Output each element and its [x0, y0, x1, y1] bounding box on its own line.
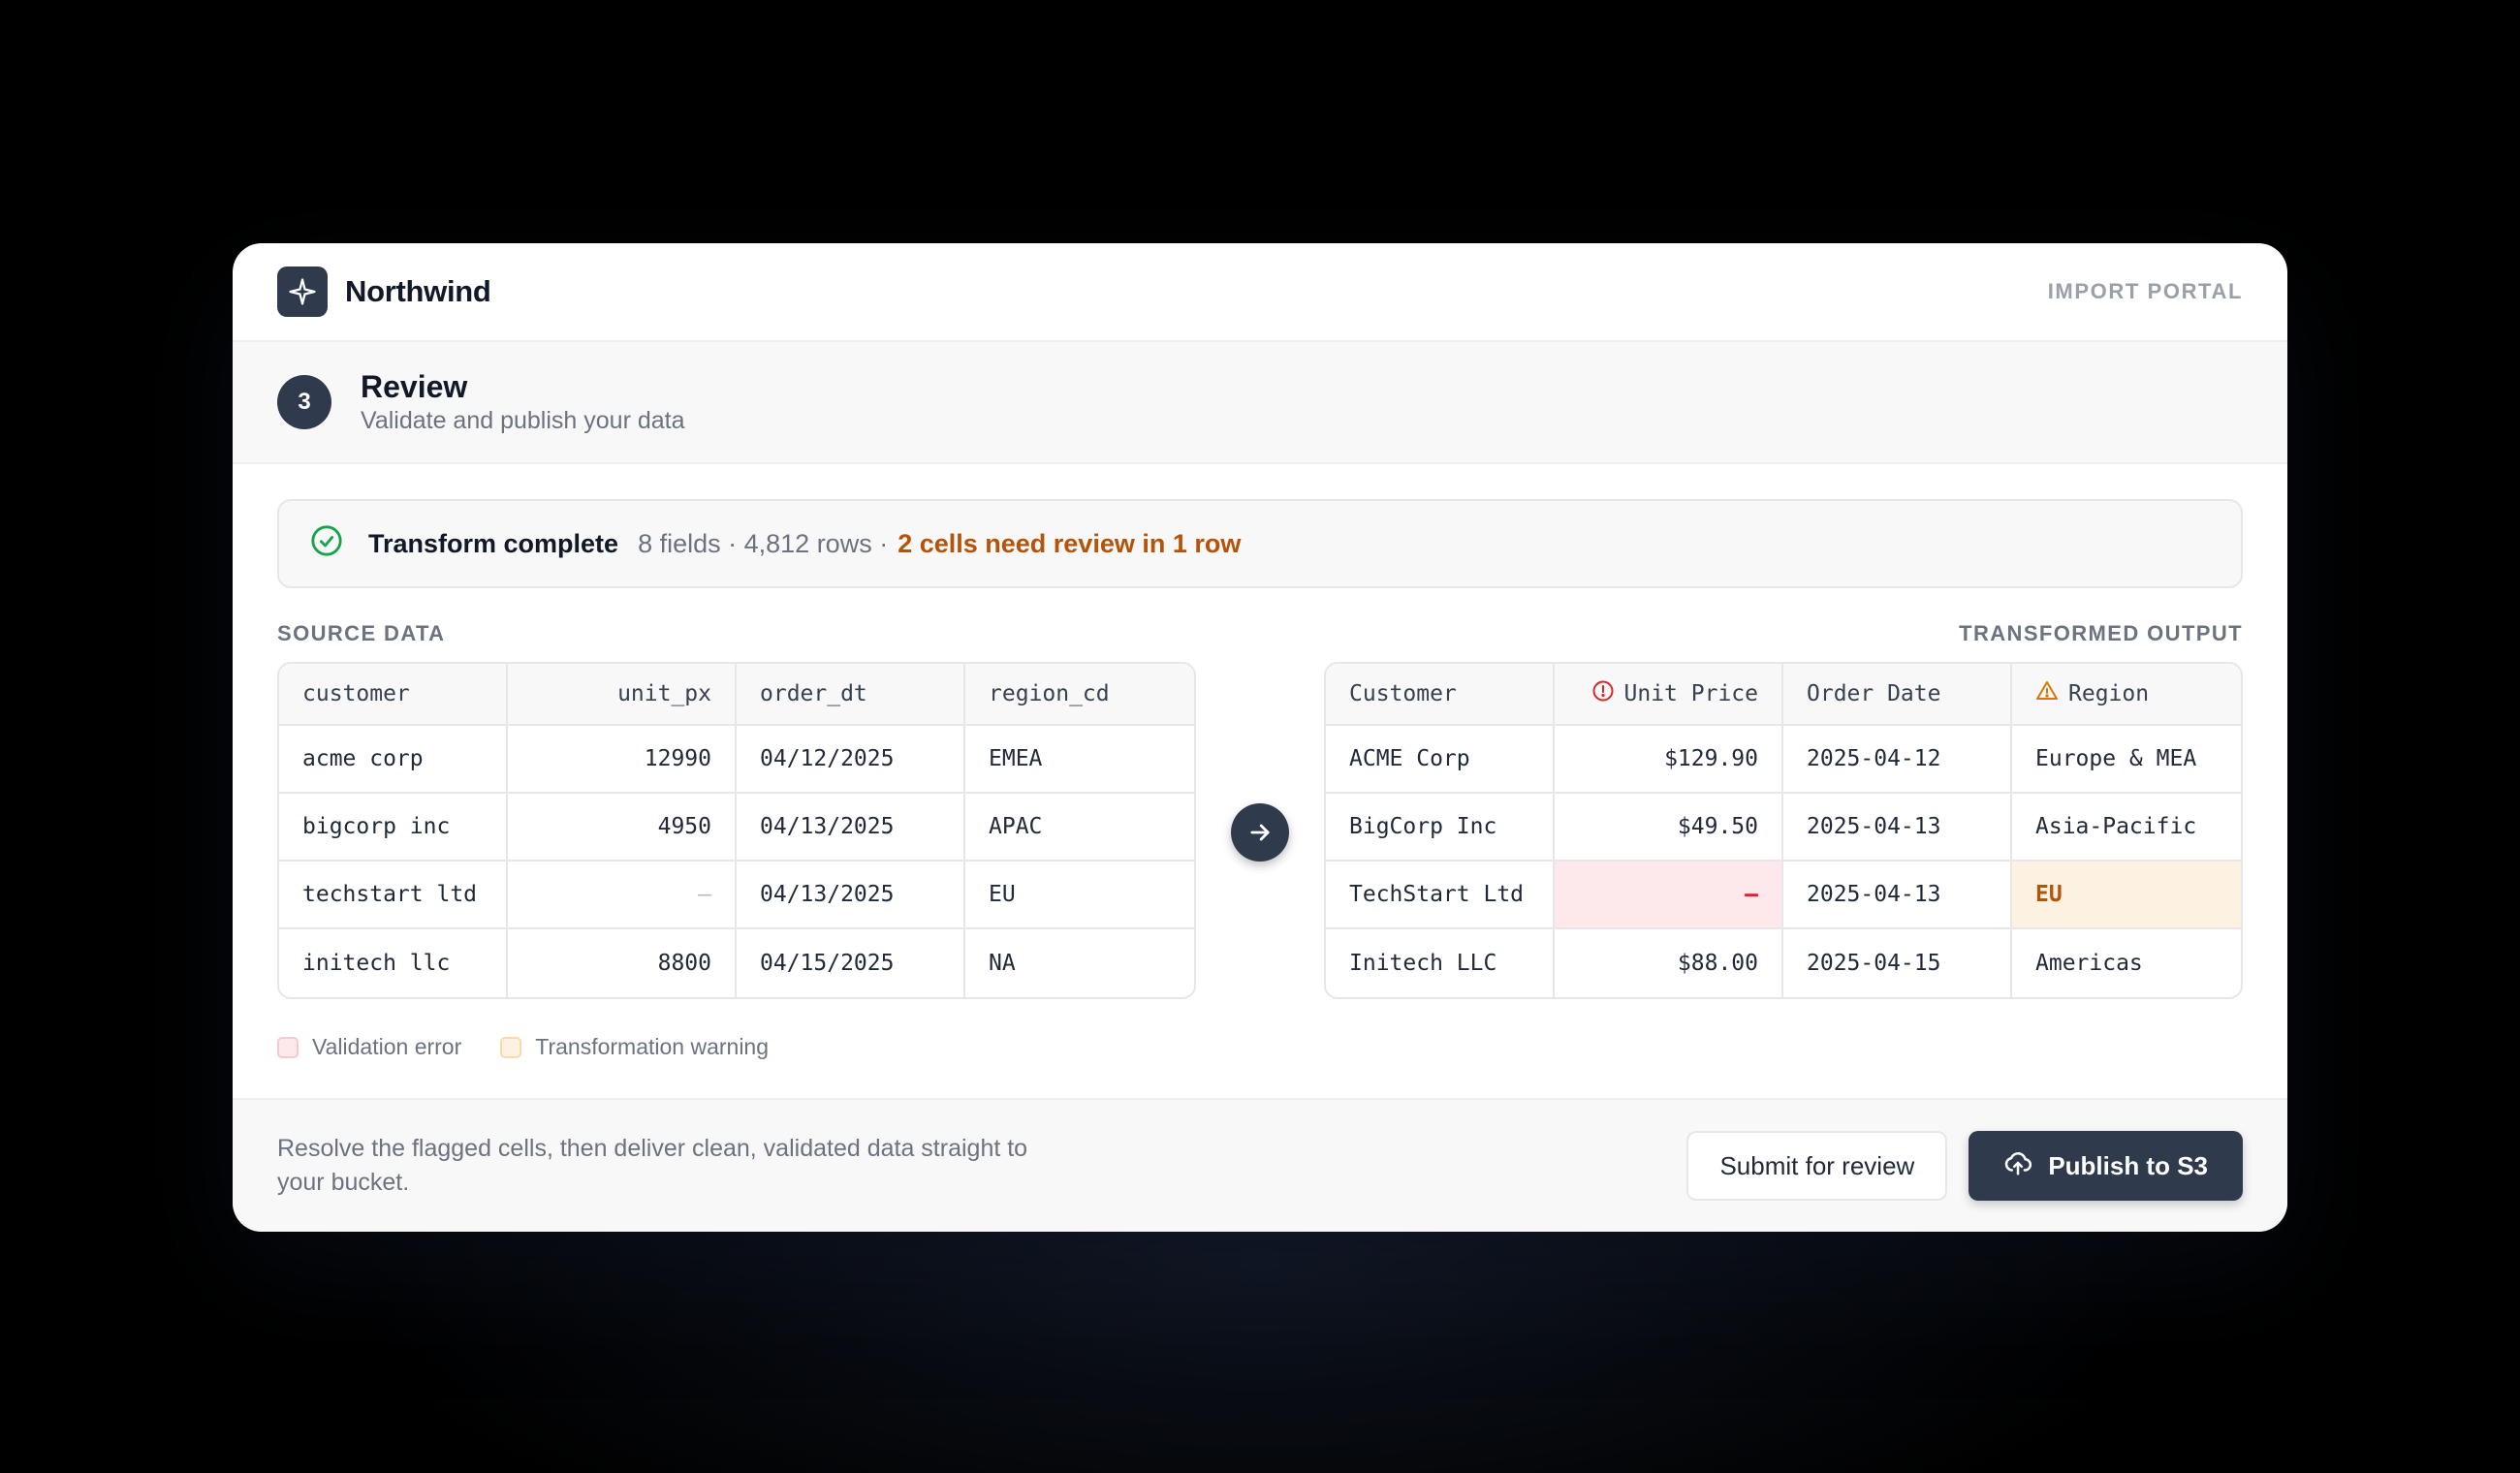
- column-header: order_dt: [737, 664, 965, 726]
- table-row: ACME Corp $129.90 2025-04-12 Europe & ME…: [1326, 726, 2241, 794]
- validation-error-cell[interactable]: —: [1555, 862, 1783, 929]
- transform-status-banner: Transform complete 8 fields · 4,812 rows…: [277, 499, 2243, 588]
- table-row: initech llc 8800 04/15/2025 NA: [279, 929, 1194, 997]
- table-cell: Americas: [2035, 951, 2143, 976]
- column-header: Order Date: [1783, 664, 2012, 726]
- legend-label: Validation error: [312, 1034, 462, 1059]
- table-cell: 2025-04-13: [1783, 794, 2012, 862]
- legend: Validation error Transformation warning: [277, 1034, 2243, 1060]
- review-content: Transform complete 8 fields · 4,812 rows…: [233, 464, 2287, 1060]
- status-title: Transform complete: [368, 528, 619, 558]
- table-cell: bigcorp inc: [279, 794, 508, 862]
- source-table: customer unit_px order_dt region_cd acme…: [277, 662, 1196, 999]
- table-header-row: customer unit_px order_dt region_cd: [279, 664, 1194, 726]
- import-portal-card: Northwind IMPORT PORTAL 3 Review Validat…: [233, 243, 2287, 1232]
- table-cell: 12990: [508, 726, 737, 794]
- status-warning: 2 cells need review in 1 row: [898, 528, 1242, 558]
- top-bar: Northwind IMPORT PORTAL: [233, 243, 2287, 342]
- table-row: bigcorp inc 4950 04/13/2025 APAC: [279, 794, 1194, 862]
- table-cell: BigCorp Inc: [1326, 794, 1555, 862]
- table-row: BigCorp Inc $49.50 2025-04-13 Asia-Pacif…: [1326, 794, 2241, 862]
- transformation-warning-cell[interactable]: EU: [2012, 862, 2241, 929]
- submit-for-review-button[interactable]: Submit for review: [1686, 1131, 1948, 1201]
- source-data-label: SOURCE DATA: [277, 621, 446, 645]
- status-meta: 8 fields · 4,812 rows ·: [638, 528, 889, 558]
- table-cell: EU: [965, 862, 1194, 929]
- portal-label: IMPORT PORTAL: [2047, 279, 2243, 303]
- footer: Resolve the flagged cells, then deliver …: [233, 1098, 2287, 1232]
- table-comparison: customer unit_px order_dt region_cd acme…: [277, 662, 2243, 999]
- brand-name: Northwind: [345, 274, 491, 308]
- table-row: techstart ltd – 04/13/2025 EU: [279, 862, 1194, 929]
- table-cell: acme corp: [279, 726, 508, 794]
- cloud-upload-icon: [2003, 1148, 2032, 1184]
- column-header-label: Unit Price: [1623, 681, 1758, 706]
- publish-button-label: Publish to S3: [2048, 1150, 2208, 1180]
- table-cell: 04/13/2025: [737, 862, 965, 929]
- table-cell: $88.00: [1555, 929, 1783, 997]
- table-cell: techstart ltd: [279, 862, 508, 929]
- table-cell: 8800: [508, 929, 737, 997]
- footer-actions: Submit for review Publish to S3: [1686, 1131, 2243, 1201]
- table-cell: 2025-04-15: [1783, 929, 2012, 997]
- table-row: Initech LLC $88.00 2025-04-15 Americas: [1326, 929, 2241, 997]
- table-cell: ACME Corp: [1326, 726, 1555, 794]
- section-labels: SOURCE DATA TRANSFORMED OUTPUT: [277, 621, 2243, 646]
- arrow-right-icon[interactable]: [1231, 803, 1289, 862]
- transformed-output-label: TRANSFORMED OUTPUT: [1959, 621, 2243, 645]
- legend-item-warning: Transformation warning: [500, 1034, 769, 1060]
- table-row: acme corp 12990 04/12/2025 EMEA: [279, 726, 1194, 794]
- table-cell: 2025-04-13: [1783, 862, 2012, 929]
- error-circle-icon: [1591, 679, 1615, 708]
- step-subtitle: Validate and publish your data: [361, 407, 685, 434]
- table-cell: NA: [989, 951, 1016, 976]
- footer-hint: Resolve the flagged cells, then deliver …: [277, 1135, 1028, 1196]
- table-cell: Asia-Pacific: [2012, 794, 2241, 862]
- table-cell: initech llc: [279, 929, 508, 997]
- table-cell: 4950: [508, 794, 737, 862]
- table-cell: 2025-04-12: [1783, 726, 2012, 794]
- column-header-unit-price: Unit Price: [1555, 664, 1783, 726]
- table-row-flagged: TechStart Ltd — 2025-04-13 EU: [1326, 862, 2241, 929]
- column-header: unit_px: [508, 664, 737, 726]
- output-table: Customer Unit Price Order Date Region AC…: [1324, 662, 2243, 999]
- column-header-label: Region: [2068, 681, 2150, 706]
- legend-item-error: Validation error: [277, 1034, 461, 1060]
- legend-label: Transformation warning: [535, 1034, 770, 1059]
- empty-cell: –: [508, 862, 737, 929]
- table-header-row: Customer Unit Price Order Date Region: [1326, 664, 2241, 726]
- table-cell: APAC: [965, 794, 1194, 862]
- table-cell: Initech LLC: [1326, 929, 1555, 997]
- table-cell: $129.90: [1555, 726, 1783, 794]
- warning-swatch: [500, 1036, 522, 1058]
- table-cell: 04/13/2025: [737, 794, 965, 862]
- transform-arrow-wrap: [1196, 662, 1324, 862]
- check-circle-icon: [310, 524, 343, 564]
- publish-to-s3-button[interactable]: Publish to S3: [1969, 1131, 2243, 1201]
- column-header: region_cd: [965, 664, 1194, 726]
- table-cell: 04/15/2025: [737, 929, 965, 997]
- step-header: 3 Review Validate and publish your data: [233, 342, 2287, 464]
- table-cell: TechStart Ltd: [1326, 862, 1555, 929]
- table-cell: 04/12/2025: [737, 726, 965, 794]
- step-title: Review: [361, 369, 468, 404]
- column-header: Customer: [1326, 664, 1555, 726]
- table-cell: $49.50: [1555, 794, 1783, 862]
- step-number-badge: 3: [277, 375, 331, 429]
- column-header: customer: [279, 664, 508, 726]
- column-header-region: Region: [2012, 664, 2241, 726]
- table-cell: Europe & MEA: [2012, 726, 2241, 794]
- warning-triangle-icon: [2035, 679, 2059, 708]
- sparkle-logo-icon: [277, 266, 328, 317]
- table-cell: EMEA: [965, 726, 1194, 794]
- error-swatch: [277, 1036, 299, 1058]
- brand: Northwind: [277, 266, 491, 317]
